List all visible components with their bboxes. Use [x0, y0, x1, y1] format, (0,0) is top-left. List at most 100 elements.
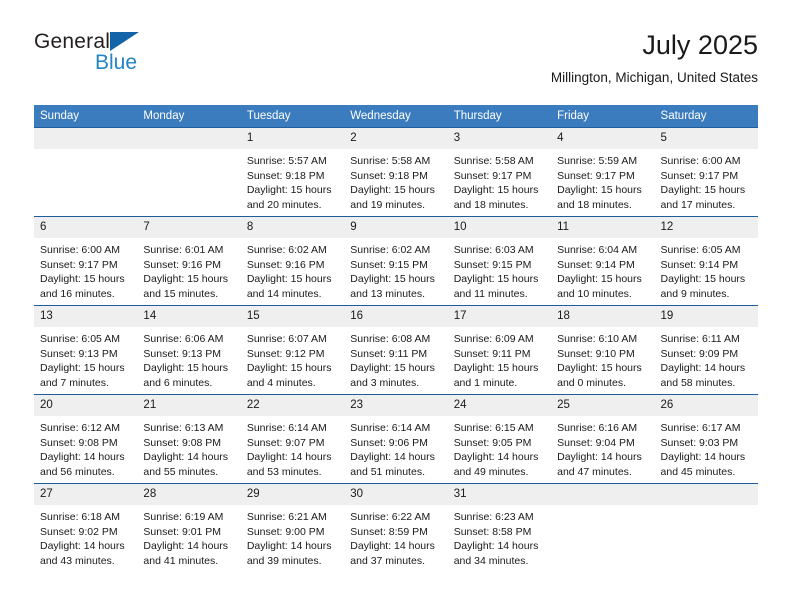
sunrise-time-text: Sunrise: 6:13 AM [143, 422, 224, 434]
daylight-duration-text-line2: and 53 minutes. [246, 465, 322, 478]
calendar-day-cell[interactable]: 11 Sunrise: 6:04 AM Sunset: 9:14 PM Dayligh… [551, 216, 655, 306]
calendar-day-cell[interactable]: 13 Sunrise: 6:05 AM Sunset: 9:13 PM Dayligh… [34, 305, 138, 395]
calendar-day-cell[interactable]: 4 Sunrise: 5:59 AM Sunset: 9:17 PM Daylight… [551, 127, 655, 217]
sunset-time-text: Sunset: 9:13 PM [143, 347, 222, 360]
calendar-day-cell[interactable]: 22 Sunrise: 6:14 AM Sunset: 9:07 PM Dayligh… [240, 394, 345, 484]
calendar-day-cell[interactable]: 6 Sunrise: 6:00 AM Sunset: 9:17 PM Daylight… [34, 216, 138, 306]
calendar-day-cell[interactable]: 23 Sunrise: 6:14 AM Sunset: 9:06 PM Dayligh… [344, 394, 448, 484]
calendar-day-details: Sunrise: 6:02 AM Sunset: 9:15 PM Daylight:… [344, 238, 447, 301]
calendar-day-cell[interactable]: 21 Sunrise: 6:13 AM Sunset: 9:08 PM Dayligh… [137, 394, 241, 484]
daylight-duration-text-line2: and 11 minutes. [453, 287, 528, 300]
sunset-time-text: Sunset: 9:16 PM [246, 258, 325, 271]
daylight-duration-text-line2: and 18 minutes. [453, 198, 529, 211]
daylight-duration-text-line1: Daylight: 14 hours [143, 451, 229, 464]
calendar-day-number: 2 [344, 128, 448, 149]
daylight-duration-text-line2: and 0 minutes. [557, 376, 626, 389]
calendar-day-cell[interactable]: 17 Sunrise: 6:09 AM Sunset: 9:11 PM Dayligh… [447, 305, 552, 395]
daylight-duration-text-line2: and 17 minutes. [660, 198, 736, 211]
sunrise-time-text: Sunrise: 6:02 AM [246, 244, 327, 256]
calendar-day-cell[interactable]: 27 Sunrise: 6:18 AM Sunset: 9:02 PM Dayligh… [34, 483, 138, 572]
calendar-day-cell-empty [551, 483, 655, 572]
page-subtitle-location: Millington, Michigan, United States [550, 70, 758, 85]
calendar-day-number: 24 [447, 395, 552, 416]
calendar-day-details: Sunrise: 6:10 AM Sunset: 9:10 PM Daylight:… [551, 327, 654, 390]
calendar-day-number: 14 [137, 306, 241, 327]
calendar-day-details: Sunrise: 6:13 AM Sunset: 9:08 PM Daylight:… [137, 416, 240, 479]
general-blue-logo[interactable]: General Blue [34, 30, 264, 90]
calendar-day-number: 10 [447, 217, 552, 238]
daylight-duration-text-line2: and 47 minutes. [557, 465, 632, 478]
daylight-duration-text-line1: Daylight: 15 hours [557, 362, 642, 375]
calendar-day-cell-empty [34, 127, 138, 217]
daylight-duration-text-line1: Daylight: 14 hours [453, 540, 539, 553]
calendar-day-cell-empty [137, 127, 241, 217]
calendar-day-cell[interactable]: 1 Sunrise: 5:57 AM Sunset: 9:18 PM Daylight… [240, 127, 345, 217]
sunrise-time-text: Sunrise: 6:15 AM [453, 422, 534, 434]
daylight-duration-text-line1: Daylight: 14 hours [453, 451, 539, 464]
sunset-time-text: Sunset: 9:05 PM [453, 436, 532, 449]
sunset-time-text: Sunset: 9:08 PM [40, 436, 118, 449]
sunset-time-text: Sunset: 9:18 PM [350, 169, 428, 182]
calendar-day-cell[interactable]: 19 Sunrise: 6:11 AM Sunset: 9:09 PM Dayligh… [654, 305, 758, 395]
sunrise-time-text: Sunrise: 6:16 AM [557, 422, 638, 434]
calendar-day-cell[interactable]: 15 Sunrise: 6:07 AM Sunset: 9:12 PM Dayligh… [240, 305, 345, 395]
calendar-day-cell[interactable]: 3 Sunrise: 5:58 AM Sunset: 9:17 PM Daylight… [447, 127, 552, 217]
calendar-day-cell[interactable]: 24 Sunrise: 6:15 AM Sunset: 9:05 PM Dayligh… [447, 394, 552, 484]
calendar-day-number: 12 [654, 217, 758, 238]
daylight-duration-text-line2: and 10 minutes. [557, 287, 632, 300]
calendar-day-number: 26 [654, 395, 758, 416]
calendar-day-cell[interactable]: 7 Sunrise: 6:01 AM Sunset: 9:16 PM Daylight… [137, 216, 241, 306]
calendar-day-number: 28 [137, 484, 241, 505]
weekday-header-tuesday: Tuesday [240, 105, 345, 128]
calendar-day-number: 29 [240, 484, 345, 505]
sunrise-time-text: Sunrise: 6:01 AM [143, 244, 224, 256]
calendar-day-cell[interactable]: 5 Sunrise: 6:00 AM Sunset: 9:17 PM Daylight… [654, 127, 758, 217]
sunset-time-text: Sunset: 9:17 PM [557, 169, 635, 182]
daylight-duration-text-line1: Daylight: 15 hours [660, 184, 746, 197]
calendar-day-cell[interactable]: 30 Sunrise: 6:22 AM Sunset: 8:59 PM Dayligh… [344, 483, 448, 572]
calendar-day-details: Sunrise: 6:07 AM Sunset: 9:12 PM Daylight:… [241, 327, 344, 390]
calendar-day-details: Sunrise: 6:05 AM Sunset: 9:14 PM Daylight:… [655, 238, 758, 301]
calendar-day-cell[interactable]: 9 Sunrise: 6:02 AM Sunset: 9:15 PM Daylight… [344, 216, 448, 306]
calendar-day-cell[interactable]: 8 Sunrise: 6:02 AM Sunset: 9:16 PM Daylight… [240, 216, 345, 306]
calendar-day-number: 11 [551, 217, 655, 238]
calendar-day-details: Sunrise: 5:58 AM Sunset: 9:18 PM Daylight:… [344, 149, 447, 212]
sunrise-time-text: Sunrise: 6:03 AM [453, 244, 534, 256]
sunset-time-text: Sunset: 9:12 PM [246, 347, 325, 360]
daylight-duration-text-line1: Daylight: 14 hours [40, 540, 125, 553]
calendar-day-cell[interactable]: 16 Sunrise: 6:08 AM Sunset: 9:11 PM Dayligh… [344, 305, 448, 395]
sunrise-time-text: Sunrise: 5:57 AM [246, 155, 327, 167]
calendar-day-cell[interactable]: 29 Sunrise: 6:21 AM Sunset: 9:00 PM Dayligh… [240, 483, 345, 572]
calendar-day-number: 6 [34, 217, 138, 238]
calendar-day-cell[interactable]: 28 Sunrise: 6:19 AM Sunset: 9:01 PM Dayligh… [137, 483, 241, 572]
calendar-day-cell[interactable]: 20 Sunrise: 6:12 AM Sunset: 9:08 PM Dayligh… [34, 394, 138, 484]
calendar-day-number: 27 [34, 484, 138, 505]
daylight-duration-text-line1: Daylight: 14 hours [350, 540, 435, 553]
calendar-day-cell[interactable]: 10 Sunrise: 6:03 AM Sunset: 9:15 PM Dayligh… [447, 216, 552, 306]
calendar-day-cell[interactable]: 18 Sunrise: 6:10 AM Sunset: 9:10 PM Dayligh… [551, 305, 655, 395]
calendar-day-details: Sunrise: 6:14 AM Sunset: 9:07 PM Daylight:… [241, 416, 344, 479]
weekday-header-wednesday: Wednesday [344, 105, 448, 128]
sunset-time-text: Sunset: 9:11 PM [350, 347, 428, 360]
daylight-duration-text-line2: and 16 minutes. [40, 287, 115, 300]
weekday-header-friday: Friday [551, 105, 655, 128]
sunset-time-text: Sunset: 9:06 PM [350, 436, 428, 449]
calendar-day-details: Sunrise: 5:58 AM Sunset: 9:17 PM Daylight:… [448, 149, 551, 212]
calendar-day-cell[interactable]: 26 Sunrise: 6:17 AM Sunset: 9:03 PM Dayligh… [654, 394, 758, 484]
calendar-day-cell[interactable]: 31 Sunrise: 6:23 AM Sunset: 8:58 PM Dayligh… [447, 483, 552, 572]
sunset-time-text: Sunset: 9:01 PM [143, 525, 222, 538]
calendar-day-cell[interactable]: 2 Sunrise: 5:58 AM Sunset: 9:18 PM Daylight… [344, 127, 448, 217]
calendar-day-cell[interactable]: 12 Sunrise: 6:05 AM Sunset: 9:14 PM Dayligh… [654, 216, 758, 306]
daylight-duration-text-line2: and 3 minutes. [350, 376, 420, 389]
calendar-day-details: Sunrise: 6:04 AM Sunset: 9:14 PM Daylight:… [551, 238, 654, 301]
calendar-day-cell[interactable]: 14 Sunrise: 6:06 AM Sunset: 9:13 PM Dayligh… [137, 305, 241, 395]
sunset-time-text: Sunset: 8:58 PM [453, 525, 532, 538]
calendar-day-details: Sunrise: 6:09 AM Sunset: 9:11 PM Daylight:… [448, 327, 551, 390]
sunset-time-text: Sunset: 9:14 PM [557, 258, 635, 271]
calendar-day-cell[interactable]: 25 Sunrise: 6:16 AM Sunset: 9:04 PM Dayligh… [551, 394, 655, 484]
sunrise-time-text: Sunrise: 6:23 AM [453, 511, 534, 523]
daylight-duration-text-line1: Daylight: 15 hours [40, 362, 125, 375]
weekday-header-row: Sunday Monday Tuesday Wednesday Thursday… [34, 105, 758, 128]
calendar-day-details: Sunrise: 6:11 AM Sunset: 9:09 PM Daylight:… [655, 327, 758, 390]
daylight-duration-text-line2: and 9 minutes. [660, 287, 730, 300]
